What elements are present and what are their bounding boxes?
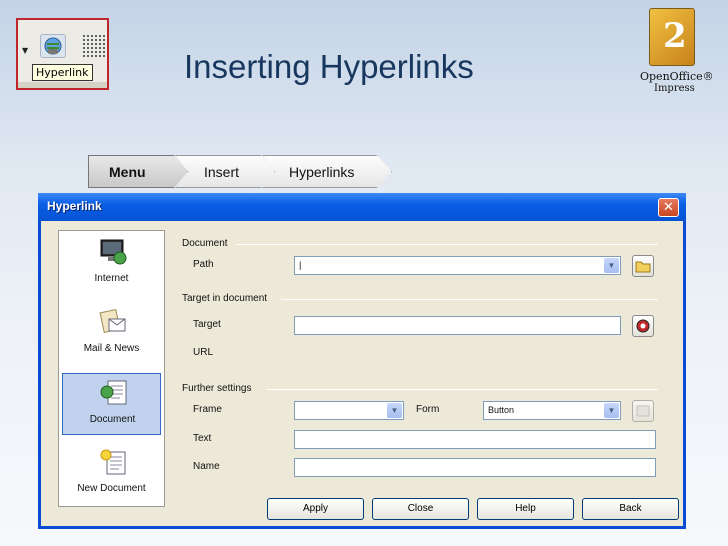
hyperlink-type-pane: Internet Mail & News Document New Docume…	[58, 230, 165, 507]
url-label: URL	[193, 347, 214, 358]
breadcrumb-insert: Insert	[175, 155, 275, 188]
form-select[interactable]: Button ▼	[483, 401, 621, 420]
path-combobox[interactable]: | ▼	[294, 256, 621, 275]
section-divider	[281, 299, 658, 300]
grid-icon[interactable]	[82, 34, 106, 58]
name-label: Name	[193, 461, 220, 472]
section-divider	[266, 389, 658, 390]
section-divider	[237, 244, 658, 245]
hyperlink-tooltip: Hyperlink	[32, 64, 93, 81]
open-file-button[interactable]	[632, 255, 654, 277]
logo-line2: Impress	[654, 83, 695, 94]
help-button[interactable]: Help	[477, 498, 574, 520]
document-icon	[99, 378, 129, 408]
frame-label: Frame	[193, 404, 222, 415]
type-mail-news[interactable]: Mail & News	[62, 303, 161, 365]
section-document: Document	[182, 238, 228, 249]
openoffice-impress-logo: 2 OpenOffice® Impress	[632, 8, 714, 96]
new-document-icon	[98, 447, 128, 477]
events-button[interactable]	[632, 400, 654, 422]
text-label: Text	[193, 433, 212, 444]
chevron-down-icon[interactable]: ▼	[604, 258, 619, 273]
logo-line1: OpenOffice®	[640, 70, 714, 83]
chevron-down-icon[interactable]: ▼	[22, 46, 28, 55]
internet-icon	[98, 237, 128, 267]
type-internet[interactable]: Internet	[62, 233, 161, 295]
apply-button[interactable]: Apply	[267, 498, 364, 520]
section-target: Target in document	[182, 293, 268, 304]
dialog-title: Hyperlink	[47, 199, 102, 213]
type-document[interactable]: Document	[62, 373, 161, 435]
target-icon	[636, 319, 650, 333]
hyperlink-icon[interactable]	[40, 34, 66, 58]
text-input[interactable]	[294, 430, 656, 449]
mail-icon	[98, 307, 128, 337]
type-mail-news-label: Mail & News	[83, 343, 140, 354]
frame-combobox[interactable]: ▼	[294, 401, 404, 420]
close-icon[interactable]: ✕	[658, 198, 679, 217]
section-further-settings: Further settings	[182, 383, 252, 394]
toolbar-inset: ▼ Hyperlink	[16, 18, 109, 90]
chevron-down-icon[interactable]: ▼	[387, 403, 402, 418]
breadcrumb-hyperlinks: Hyperlinks	[262, 155, 392, 188]
hyperlink-dialog: Hyperlink ✕ Internet Mail & News Documen…	[38, 193, 686, 529]
back-button[interactable]: Back	[582, 498, 679, 520]
name-input[interactable]	[294, 458, 656, 477]
target-input[interactable]	[294, 316, 621, 335]
folder-icon	[635, 261, 651, 273]
target-label: Target	[193, 319, 221, 330]
events-icon	[636, 405, 650, 417]
path-value: |	[299, 260, 302, 270]
logo-glyph: 2	[663, 16, 687, 56]
slide-title: Inserting Hyperlinks	[184, 48, 474, 85]
breadcrumb-menu: Menu	[88, 155, 188, 188]
type-document-label: Document	[89, 414, 136, 425]
type-internet-label: Internet	[94, 273, 129, 284]
form-value: Button	[488, 405, 515, 415]
dialog-titlebar[interactable]: Hyperlink ✕	[38, 193, 686, 221]
chevron-down-icon[interactable]: ▼	[604, 403, 619, 418]
toolbar-bottom-strip	[18, 82, 107, 88]
type-new-document[interactable]: New Document	[62, 443, 161, 505]
target-in-document-button[interactable]	[632, 315, 654, 337]
type-new-document-label: New Document	[77, 483, 146, 494]
form-label: Form	[416, 404, 440, 415]
path-label: Path	[193, 259, 214, 270]
close-button[interactable]: Close	[372, 498, 469, 520]
